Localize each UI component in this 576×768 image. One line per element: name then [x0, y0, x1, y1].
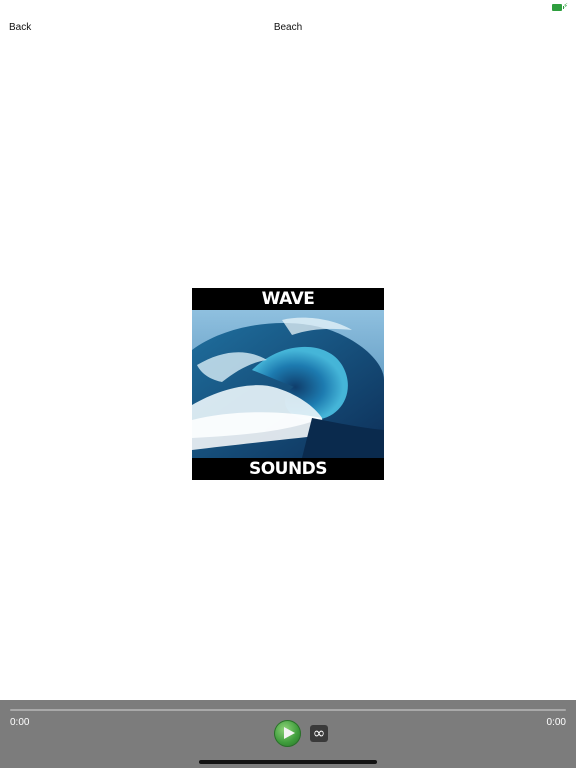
- home-indicator[interactable]: [199, 760, 377, 764]
- navigation-bar: Back Beach: [0, 14, 576, 42]
- current-time: 0:00: [10, 717, 30, 728]
- artwork-bottom-caption: SOUNDS: [192, 458, 384, 480]
- progress-slider[interactable]: [10, 709, 566, 711]
- total-time: 0:00: [546, 717, 566, 728]
- artwork-top-caption: WAVE: [192, 288, 384, 310]
- loop-button[interactable]: ∞: [310, 725, 328, 742]
- player-bar: 0:00 0:00 ∞: [0, 700, 576, 768]
- battery-icon: [552, 4, 564, 11]
- play-button[interactable]: [274, 720, 301, 747]
- status-bar: ⚡: [0, 0, 576, 14]
- album-artwork: WAVE SOUNDS: [192, 288, 384, 480]
- infinity-loop-icon: ∞: [312, 724, 326, 742]
- page-title: Beach: [273, 22, 303, 33]
- ocean-wave-image: [192, 310, 384, 458]
